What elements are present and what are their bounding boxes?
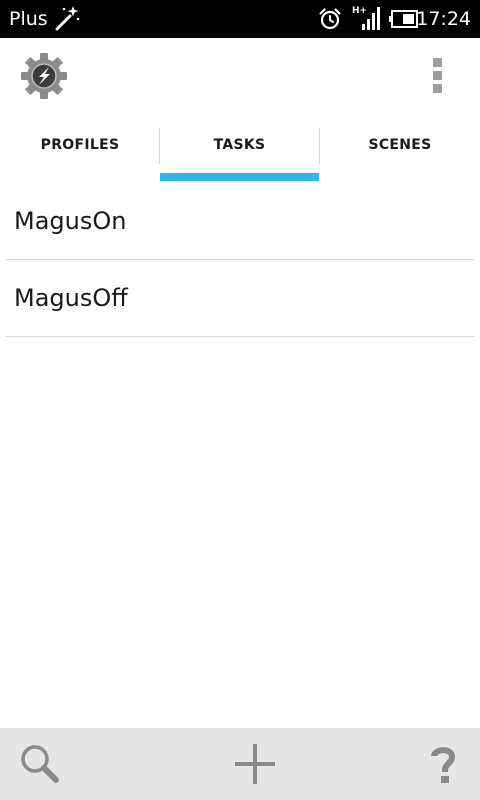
list-divider [6,336,474,337]
action-bar [0,38,480,118]
tab-label: SCENES [368,137,432,153]
network-type-label: H+ [352,6,367,16]
selected-tab-indicator [160,173,319,181]
task-name: MagusOn [14,207,127,235]
tasker-gear-icon[interactable] [20,52,68,100]
help-icon [431,747,456,783]
alarm-icon [319,8,341,30]
carrier-label: Plus [9,8,48,30]
tab-label: TASKS [213,137,266,153]
add-icon [235,744,275,784]
help-button[interactable] [403,728,480,800]
battery-icon [389,10,418,28]
status-bar: Plus H+ 17:24 [0,0,480,38]
list-item[interactable]: MagusOn [0,183,480,260]
tab-scenes[interactable]: SCENES [320,118,480,182]
magic-wand-icon [55,6,80,31]
screen: Plus H+ 17:24 PROFILES TASKS SCENES Magu… [0,0,480,800]
tab-profiles[interactable]: PROFILES [0,118,160,182]
overflow-menu-icon[interactable] [426,56,450,96]
bottom-bar [0,728,480,800]
clock: 17:24 [416,8,471,30]
task-list: MagusOn MagusOff [0,183,480,337]
signal-icon: H+ [352,6,380,30]
tab-label: PROFILES [40,137,120,153]
tab-bar: PROFILES TASKS SCENES [0,118,480,182]
search-icon [21,745,59,783]
list-item[interactable]: MagusOff [0,260,480,337]
search-button[interactable] [0,728,80,800]
add-button[interactable] [215,728,295,800]
task-name: MagusOff [14,284,128,312]
